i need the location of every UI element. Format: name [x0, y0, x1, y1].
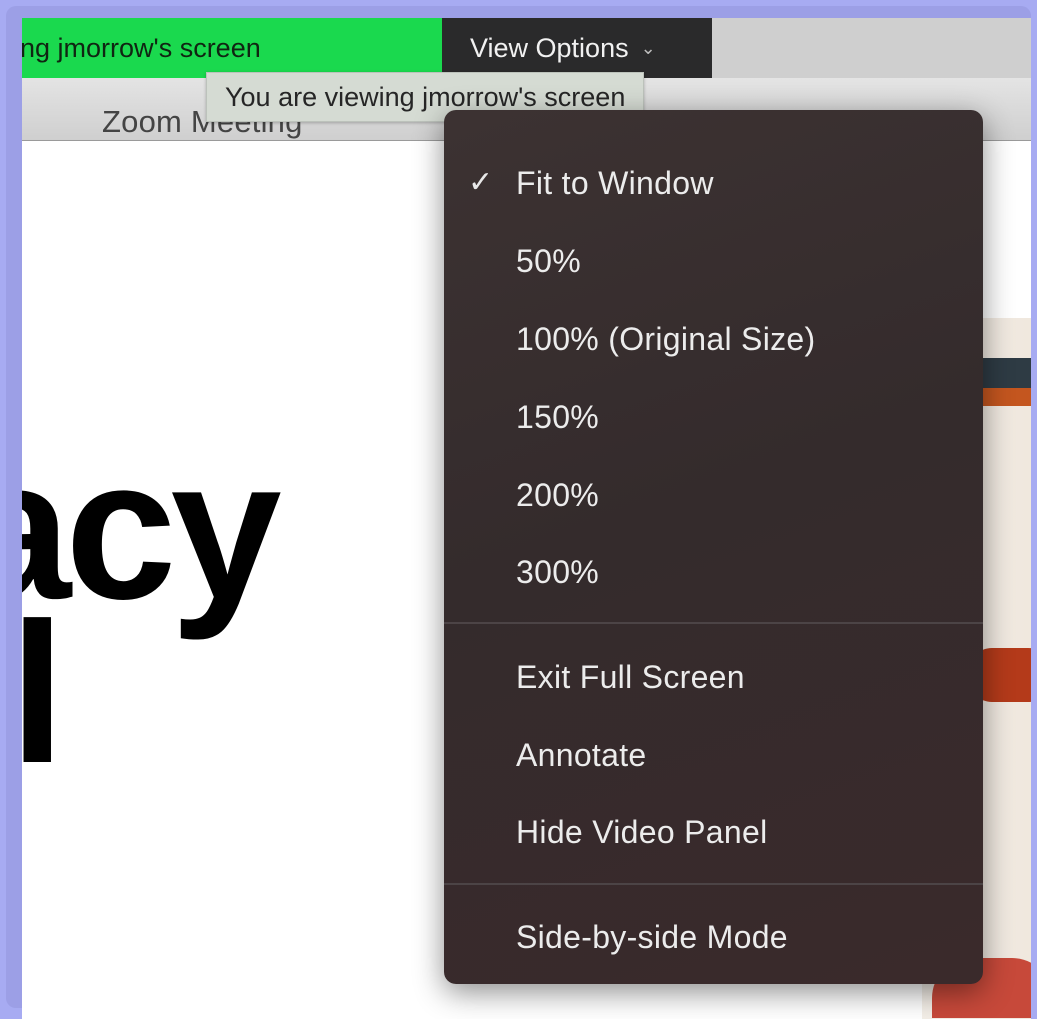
menu-item-fit-to-window[interactable]: ✓ Fit to Window: [444, 153, 983, 213]
view-options-button[interactable]: View Options ⌄: [442, 18, 712, 78]
shared-screen-view: acy ll Zoom Meeting ng jmorrow's screen …: [22, 18, 1031, 1019]
menu-item-zoom-300[interactable]: 300%: [444, 542, 983, 602]
chevron-down-icon: ⌄: [640, 38, 656, 58]
menu-item-label: 200%: [516, 477, 600, 513]
menu-item-label: 150%: [516, 399, 600, 435]
screen-share-banner: ng jmorrow's screen: [22, 18, 442, 78]
view-options-label: View Options: [470, 33, 629, 63]
screen-share-toolbar: ng jmorrow's screen View Options ⌄: [22, 18, 1031, 78]
menu-item-label: Exit Full Screen: [516, 659, 745, 695]
menu-item-label: 50%: [516, 243, 581, 279]
menu-item-label: 300%: [516, 554, 600, 590]
menu-item-hide-video-panel[interactable]: Hide Video Panel: [444, 802, 983, 862]
menu-divider: [444, 883, 983, 885]
slide-text-line-1: acy: [22, 418, 282, 641]
menu-item-label: Fit to Window: [516, 165, 714, 201]
menu-item-label: Side-by-side Mode: [516, 919, 788, 955]
menu-item-label: 100% (Original Size): [516, 321, 816, 357]
share-banner-text: ng jmorrow's screen: [22, 33, 261, 63]
screenshot-frame: acy ll Zoom Meeting ng jmorrow's screen …: [6, 6, 1031, 1019]
menu-item-exit-full-screen[interactable]: Exit Full Screen: [444, 647, 983, 707]
view-options-menu: ✓ Fit to Window 50% 100% (Original Size)…: [444, 110, 983, 984]
menu-item-zoom-50[interactable]: 50%: [444, 231, 983, 291]
menu-item-label: Annotate: [516, 737, 647, 773]
menu-item-annotate[interactable]: Annotate: [444, 725, 983, 785]
menu-item-zoom-150[interactable]: 150%: [444, 387, 983, 447]
menu-divider: [444, 622, 983, 624]
shared-slide-text: acy ll: [22, 418, 282, 794]
menu-item-zoom-200[interactable]: 200%: [444, 465, 983, 525]
menu-item-zoom-100[interactable]: 100% (Original Size): [444, 309, 983, 369]
checkmark-icon: ✓: [468, 166, 494, 199]
menu-item-side-by-side-mode[interactable]: Side-by-side Mode: [444, 907, 983, 967]
menu-item-label: Hide Video Panel: [516, 814, 768, 850]
